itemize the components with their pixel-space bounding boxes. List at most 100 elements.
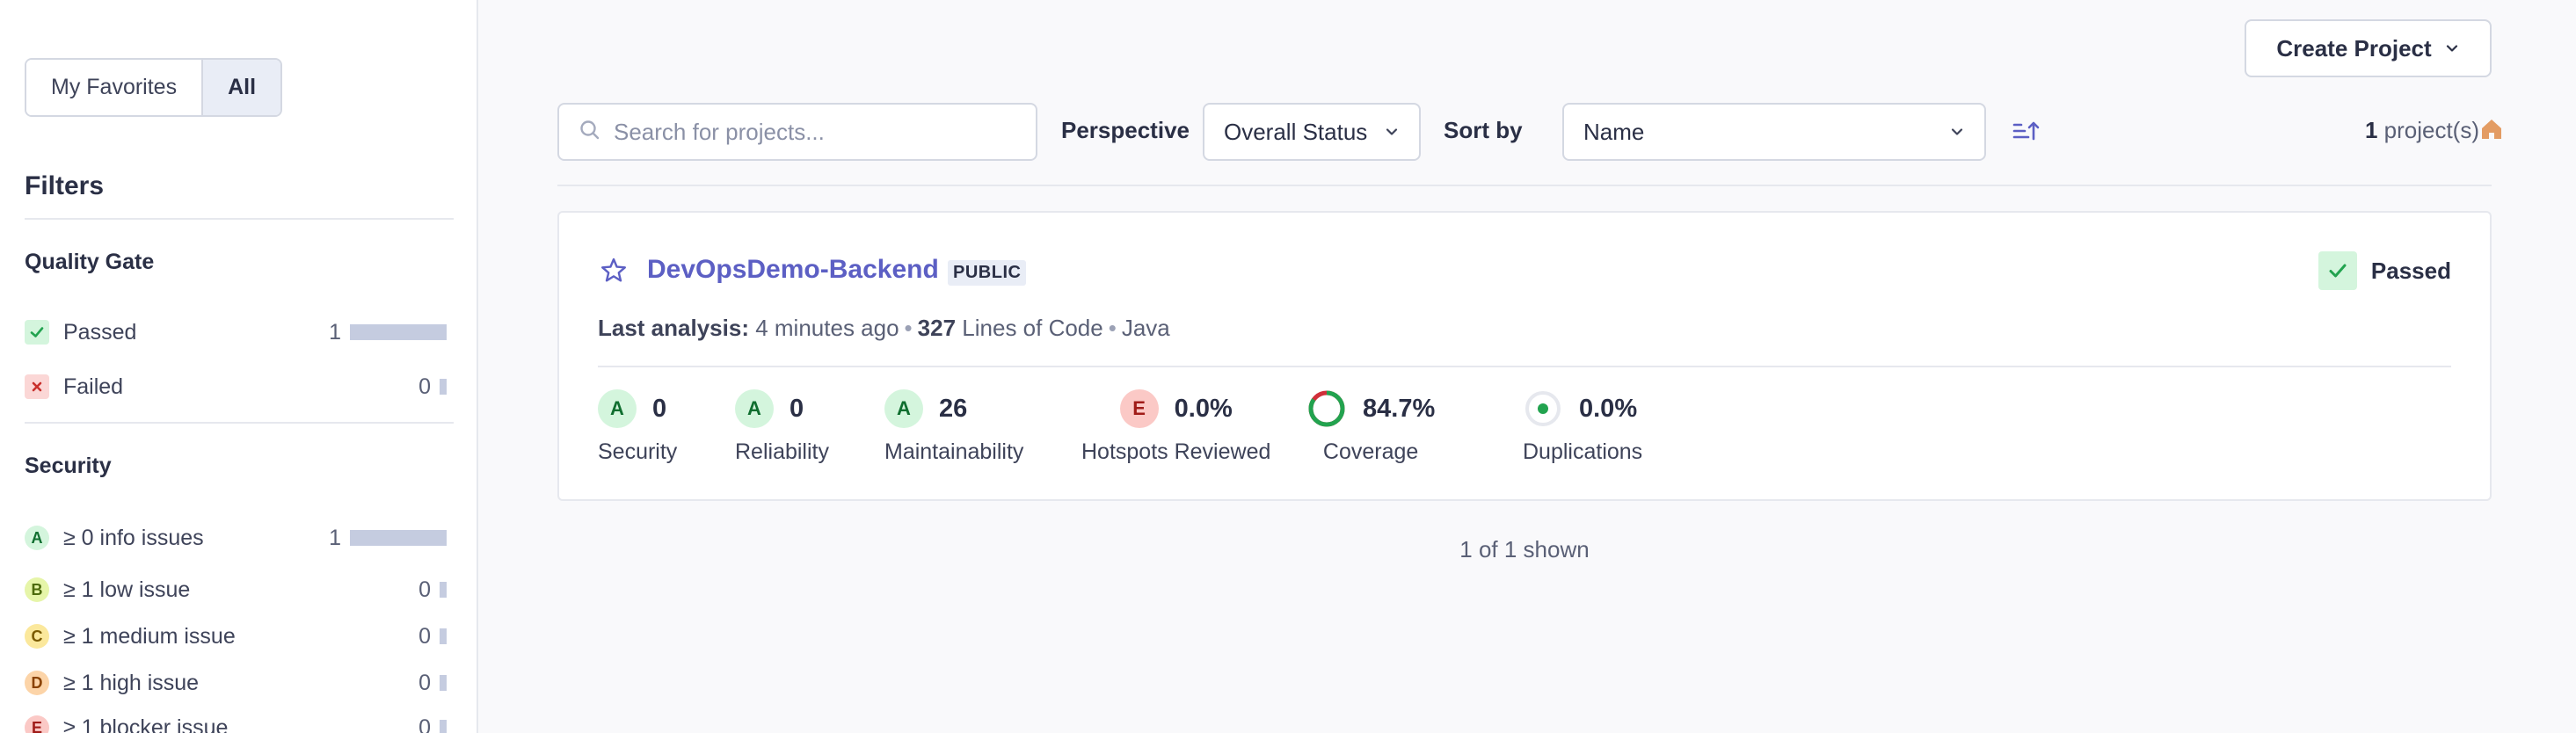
- chevron-down-icon: [1384, 119, 1400, 146]
- facet-count: 0: [418, 577, 431, 602]
- loc-label: Lines of Code: [962, 315, 1103, 341]
- facet-bar: [350, 324, 447, 340]
- last-analysis-value: 4 minutes ago: [755, 315, 899, 341]
- sort-by-label: Sort by: [1444, 117, 1523, 143]
- quality-gate-label: Passed: [2370, 257, 2451, 284]
- chevron-down-icon: [1949, 119, 1965, 146]
- grade-badge: E: [1119, 389, 1159, 428]
- metric-maintainability[interactable]: A 26 Maintainability: [884, 388, 1023, 465]
- divider: [598, 366, 2451, 367]
- create-project-button[interactable]: Create Project: [2245, 19, 2492, 77]
- check-icon: [2318, 251, 2357, 290]
- favorites-toggle-group: My Favorites All: [25, 58, 283, 117]
- metric-duplications[interactable]: 0.0% Duplications: [1523, 388, 1642, 465]
- filters-title: Filters: [25, 171, 105, 200]
- divider: [25, 218, 454, 220]
- search-icon: [579, 119, 601, 146]
- divider: [557, 185, 2492, 186]
- security-facet-title: Security: [25, 454, 112, 478]
- grade-c-badge: C: [25, 624, 49, 649]
- grade-d-badge: D: [25, 671, 49, 695]
- sort-select[interactable]: Name: [1562, 103, 1986, 161]
- metric-coverage[interactable]: 84.7% Coverage: [1306, 388, 1435, 465]
- sort-direction-icon[interactable]: [2010, 116, 2041, 148]
- facet-bar: [350, 530, 447, 546]
- facet-security-b[interactable]: B ≥ 1 low issue 0: [25, 572, 447, 607]
- quality-gate-facet-title: Quality Gate: [25, 250, 155, 274]
- facet-passed[interactable]: Passed 1: [25, 315, 447, 350]
- metric-label: Duplications: [1523, 439, 1643, 464]
- results-shown-text: 1 of 1 shown: [1459, 536, 1590, 562]
- facet-bar: [440, 582, 447, 598]
- visibility-badge: PUBLIC: [948, 260, 1027, 286]
- filters-sidebar: My Favorites All Filters Quality Gate Pa…: [0, 0, 478, 733]
- project-count-suffix: project(s): [2377, 117, 2479, 143]
- divider: [25, 422, 454, 424]
- star-icon[interactable]: [600, 257, 628, 285]
- project-count: 1 project(s): [2365, 117, 2479, 144]
- facet-label: ≥ 1 blocker issue: [63, 715, 229, 733]
- facet-bar: [440, 379, 447, 395]
- metric-value: 0: [790, 394, 804, 423]
- grade-badge: A: [884, 389, 923, 428]
- grade-b-badge: B: [25, 577, 49, 602]
- metric-value: 0.0%: [1579, 394, 1638, 423]
- grade-badge: A: [735, 389, 774, 428]
- facet-label: Passed: [63, 319, 137, 345]
- metric-value: 0: [652, 394, 667, 423]
- coverage-donut-icon: [1308, 390, 1345, 427]
- facet-count: 0: [418, 623, 431, 649]
- chevron-down-icon: [2444, 35, 2460, 62]
- separator-dot: •: [1108, 315, 1117, 341]
- project-name-link[interactable]: DevOpsDemo-Backend: [647, 255, 939, 285]
- metric-label: Coverage: [1322, 439, 1419, 464]
- facet-security-a[interactable]: A ≥ 0 info issues 1: [25, 520, 447, 555]
- quality-gate-status: Passed: [2318, 251, 2451, 290]
- grade-badge: A: [598, 389, 637, 428]
- all-button[interactable]: All: [201, 60, 281, 115]
- facet-security-d[interactable]: D ≥ 1 high issue 0: [25, 665, 447, 700]
- perspective-select[interactable]: Overall Status: [1203, 103, 1421, 161]
- metric-value: 0.0%: [1174, 394, 1233, 423]
- facet-count: 1: [329, 319, 341, 345]
- metric-hotspots[interactable]: E 0.0% Hotspots Reviewed: [1081, 388, 1270, 465]
- metric-label: Reliability: [735, 439, 829, 464]
- home-icon[interactable]: [2479, 117, 2504, 142]
- grade-e-badge: E: [25, 715, 49, 733]
- facet-label: Failed: [63, 374, 124, 399]
- grade-a-badge: A: [25, 526, 49, 550]
- metric-security[interactable]: A 0 Security: [598, 388, 677, 465]
- facet-label: ≥ 1 high issue: [63, 670, 200, 695]
- facet-count: 0: [418, 715, 431, 733]
- project-card: DevOpsDemo-Backend PUBLIC Passed Last an…: [557, 211, 2492, 501]
- check-icon: [25, 320, 49, 345]
- facet-bar: [440, 720, 447, 733]
- loc-count: 327: [917, 315, 957, 341]
- separator-dot: •: [904, 315, 913, 341]
- facet-security-c[interactable]: C ≥ 1 medium issue 0: [25, 619, 447, 654]
- metric-reliability[interactable]: A 0 Reliability: [735, 388, 829, 465]
- metric-label: Security: [598, 439, 678, 464]
- facet-failed[interactable]: Failed 0: [25, 369, 447, 404]
- facet-security-e[interactable]: E ≥ 1 blocker issue 0: [25, 710, 447, 733]
- create-project-label: Create Project: [2276, 34, 2432, 62]
- last-analysis-label: Last analysis:: [598, 315, 749, 341]
- language: Java: [1121, 315, 1170, 341]
- x-icon: [25, 374, 49, 399]
- metric-label: Hotspots Reviewed: [1081, 439, 1271, 464]
- facet-label: ≥ 1 medium issue: [63, 623, 236, 649]
- project-count-number: 1: [2364, 117, 2378, 143]
- my-favorites-button[interactable]: My Favorites: [26, 60, 202, 115]
- facet-label: ≥ 1 low issue: [63, 577, 191, 602]
- sort-value: Name: [1583, 118, 1645, 145]
- search-box[interactable]: [557, 103, 1037, 161]
- perspective-label: Perspective: [1061, 117, 1190, 143]
- search-input[interactable]: [614, 118, 1018, 146]
- projects-main: Create Project Perspective Overall Statu…: [480, 0, 2576, 733]
- facet-label: ≥ 0 info issues: [63, 525, 204, 550]
- duplications-icon: [1525, 391, 1561, 426]
- metric-value: 26: [939, 394, 968, 423]
- metric-value: 84.7%: [1363, 394, 1436, 423]
- facet-count: 0: [418, 374, 431, 399]
- metric-label: Maintainability: [884, 439, 1024, 464]
